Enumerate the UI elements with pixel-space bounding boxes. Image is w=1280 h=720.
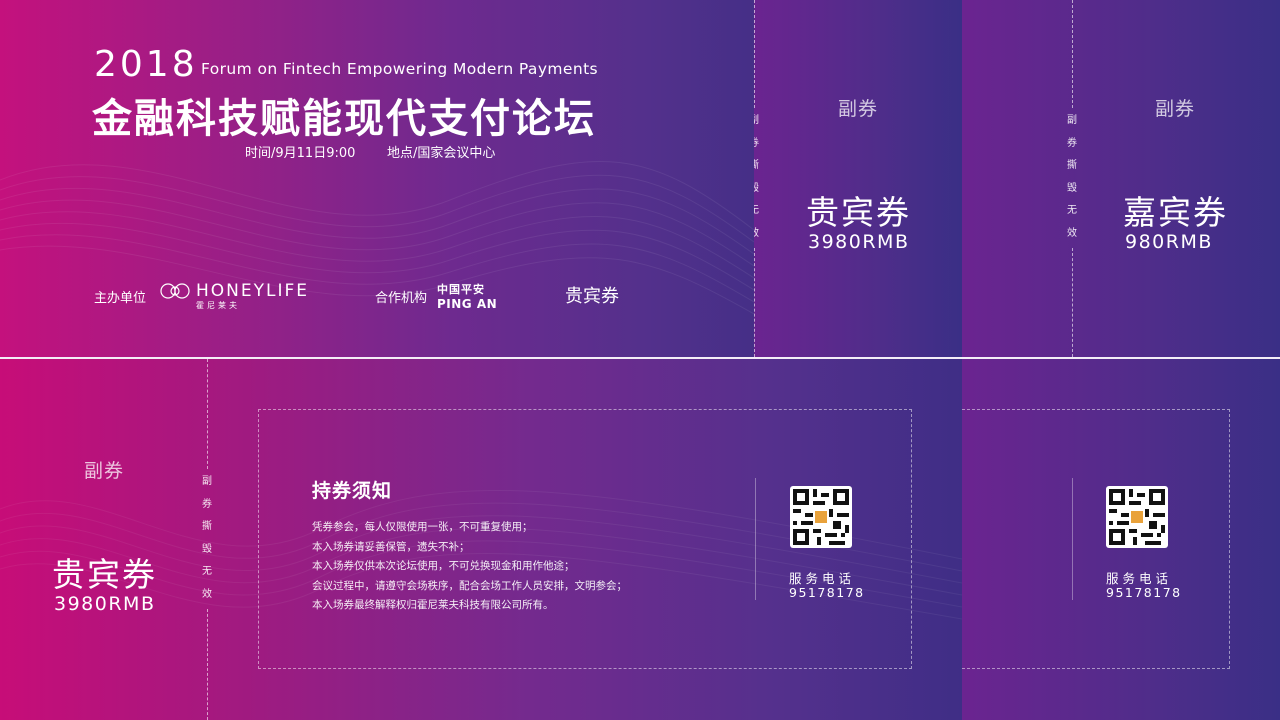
organizer-logo-en: HONEYLIFE <box>196 281 310 301</box>
notice-line: 本入场券最终解释权归霍尼莱夫科技有限公司所有。 <box>312 599 554 611</box>
qr-code-icon <box>1106 486 1168 548</box>
notice-box: 持券须知 凭券参会，每人仅限使用一张，不可重复使用； 本入场券请妥善保管，遗失不… <box>258 409 912 669</box>
partner-logo-cn: 中国平安 <box>437 283 485 296</box>
event-place: 地点/国家会议中心 <box>387 146 496 161</box>
stub-vip-top: 副券撕毁无效 副券 贵宾券 3980RMB <box>754 0 962 357</box>
organizer-label: 主办单位 <box>94 291 147 306</box>
notice-line: 凭券参会，每人仅限使用一张，不可重复使用； <box>312 521 533 533</box>
notice-line: 本入场券仅供本次论坛使用，不可兑换现金和用作他途； <box>312 560 575 572</box>
tear-line <box>1072 0 1073 108</box>
qr-code-icon <box>790 486 852 548</box>
notice-line: 会议过程中，请遵守会场秩序，配合会场工作人员安排，文明参会； <box>312 579 627 592</box>
tear-line <box>1072 248 1073 357</box>
tear-warning: 副券撕毁无效 <box>202 476 212 600</box>
event-title-cn: 金融科技赋能现代支付论坛 <box>92 96 596 142</box>
tear-warning: 副券撕毁无效 <box>754 110 761 245</box>
partner-label: 合作机构 <box>375 291 428 306</box>
tear-line <box>754 0 755 108</box>
ticket-back: 副券 贵宾券 3980RMB 副券撕毁无效 持券须知 凭券参会，每人仅限使用一张… <box>0 359 962 720</box>
organizer-logo-cn: 霍尼莱夫 <box>196 301 240 310</box>
event-year: 2018 <box>94 44 198 85</box>
notice-line: 本入场券请妥善保管，遗失不补； <box>312 540 470 553</box>
notice-list: 凭券参会，每人仅限使用一张，不可重复使用； 本入场券请妥善保管，遗失不补； 本入… <box>312 518 627 616</box>
tear-line <box>207 359 208 469</box>
service-divider <box>1072 478 1073 600</box>
stub-label: 副券 <box>1155 98 1196 120</box>
tear-warning: 副券撕毁无效 <box>1067 115 1077 239</box>
honeylife-logo-icon <box>159 279 191 303</box>
stub-price: 3980RMB <box>54 593 156 615</box>
stub-price: 3980RMB <box>808 231 910 253</box>
event-time: 时间/9月11日9:00 <box>245 146 356 161</box>
partner-logo-en: PING AN <box>437 297 498 311</box>
stub-ticket-type: 贵宾券 <box>52 555 157 594</box>
pingan-logo-icon: 中国平安 PING AN <box>437 281 497 311</box>
notice-title: 持券须知 <box>312 480 393 502</box>
event-subtitle-en: Forum on Fintech Empowering Modern Payme… <box>201 60 599 78</box>
stub-ticket-type: 嘉宾券 <box>1123 193 1228 232</box>
tear-line <box>754 248 755 357</box>
stub-ticket-type: 贵宾券 <box>806 193 911 232</box>
main-ticket-front: 2018 Forum on Fintech Empowering Modern … <box>0 0 754 357</box>
ticket-back-stub: 服务电话 95178178 <box>962 359 1280 720</box>
notice-divider <box>755 478 756 600</box>
tear-line <box>207 609 208 720</box>
stub-label: 副券 <box>838 98 879 120</box>
service-phone: 95178178 <box>789 585 865 600</box>
stub-guest-top: 副券撕毁无效 副券 嘉宾券 980RMB <box>962 0 1280 357</box>
ticket-type-label: 贵宾券 <box>565 286 619 307</box>
service-phone: 95178178 <box>1106 585 1182 600</box>
stub-label: 副券 <box>84 460 125 482</box>
service-box: 服务电话 95178178 <box>962 409 1230 669</box>
stub-price: 980RMB <box>1125 231 1213 253</box>
